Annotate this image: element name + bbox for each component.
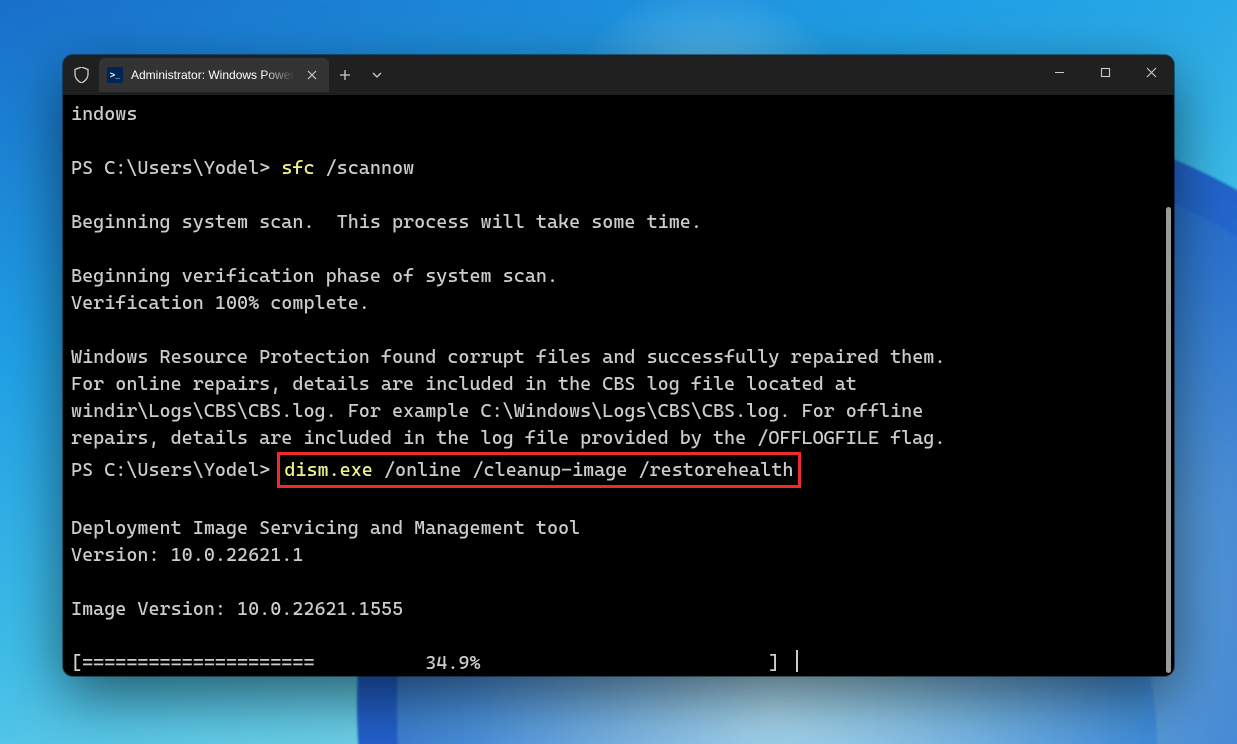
command-name: sfc — [281, 157, 314, 179]
terminal-area[interactable]: indows PS C:\Users\Yodel> sfc /scannow B… — [63, 95, 1174, 676]
output-line: Verification 100% complete. — [71, 292, 370, 314]
output-line: Image Version: 10.0.22621.1555 — [71, 598, 403, 620]
annotation-highlight-box: dism.exe /online /cleanup-image /restore… — [277, 452, 800, 488]
progress-line: [===================== 34.9% ] — [71, 652, 790, 674]
terminal-cursor — [796, 650, 798, 672]
window-controls — [1036, 55, 1174, 89]
terminal-window: >_ Administrator: Windows PowerShell — [63, 55, 1174, 676]
output-line: Beginning system scan. This process will… — [71, 211, 702, 233]
output-line: indows — [71, 103, 137, 125]
admin-shield-icon — [63, 55, 99, 95]
prompt-text: PS C:\Users\Yodel> — [71, 459, 281, 481]
tab-close-button[interactable] — [303, 66, 321, 84]
close-window-button[interactable] — [1128, 55, 1174, 89]
titlebar-left: >_ Administrator: Windows PowerShell — [63, 55, 393, 95]
titlebar[interactable]: >_ Administrator: Windows PowerShell — [63, 55, 1174, 95]
output-line: Deployment Image Servicing and Managemen… — [71, 517, 580, 539]
output-line: Windows Resource Protection found corrup… — [71, 346, 945, 449]
scrollbar-thumb[interactable] — [1166, 207, 1171, 673]
command-args: /online /cleanup-image /restorehealth — [373, 459, 794, 481]
tab-dropdown-button[interactable] — [361, 58, 393, 92]
prompt-text: PS C:\Users\Yodel> — [71, 157, 281, 179]
terminal-output[interactable]: indows PS C:\Users\Yodel> sfc /scannow B… — [63, 95, 1174, 676]
tab-title: Administrator: Windows PowerShell — [131, 68, 295, 82]
new-tab-button[interactable] — [329, 58, 361, 92]
minimize-button[interactable] — [1036, 55, 1082, 89]
maximize-button[interactable] — [1082, 55, 1128, 89]
powershell-icon: >_ — [107, 67, 123, 83]
command-args: /scannow — [315, 157, 415, 179]
output-line: Beginning verification phase of system s… — [71, 265, 558, 287]
output-line: Version: 10.0.22621.1 — [71, 544, 303, 566]
active-tab[interactable]: >_ Administrator: Windows PowerShell — [99, 58, 329, 92]
command-name: dism.exe — [284, 459, 373, 481]
